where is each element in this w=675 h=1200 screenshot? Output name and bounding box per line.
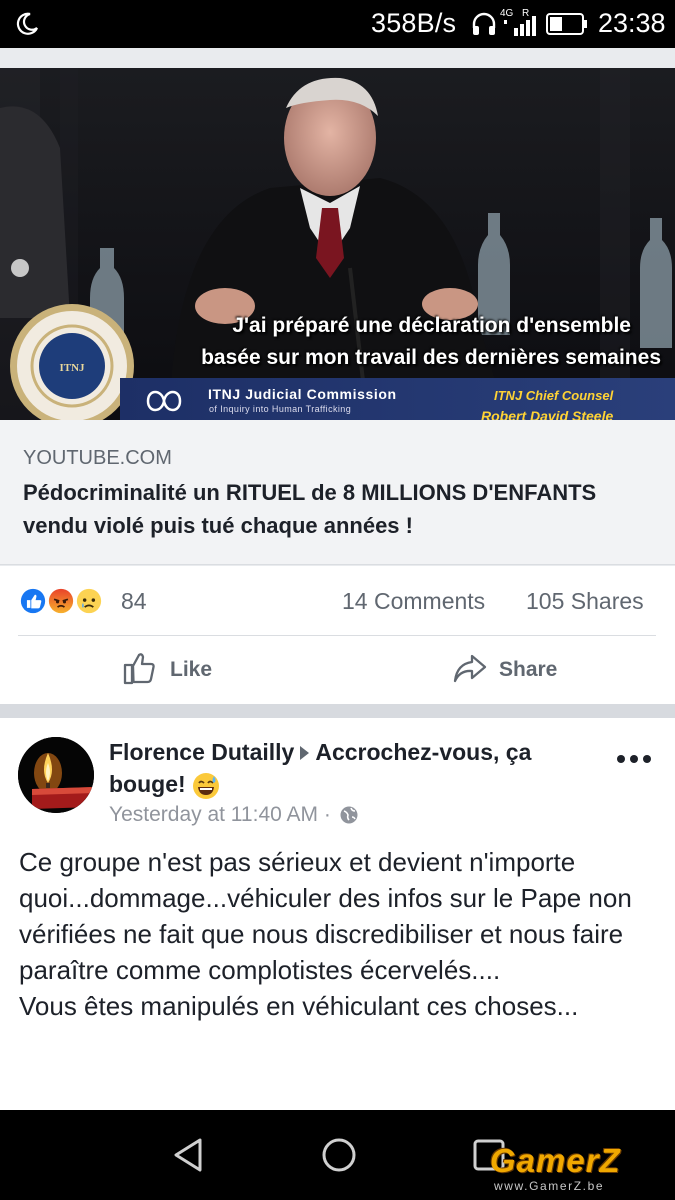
feed-post: Florence Dutailly Accrochez-vous, ça boug… — [0, 718, 675, 1110]
post-body: Ce groupe n'est pas sérieux et devient n… — [19, 847, 632, 1021]
lower-third-subtitle: of Inquiry into Human Trafficking — [209, 404, 352, 414]
moon-icon — [16, 12, 38, 35]
candle-avatar-image — [18, 737, 94, 813]
post-footer: 84 14 Comments 105 Shares Like Share — [0, 566, 675, 704]
comments-count[interactable]: 14 Comments — [342, 588, 485, 615]
link-title: Pédocriminalité un RITUEL de 8 MILLIONS … — [23, 480, 597, 538]
home-button[interactable] — [320, 1136, 358, 1174]
clock: 23:38 — [598, 8, 666, 38]
post-header: Florence Dutailly Accrochez-vous, ça boug… — [109, 736, 599, 800]
seal-text: ITNJ — [59, 362, 85, 374]
author-name[interactable]: Florence Dutailly — [109, 739, 294, 765]
signal-icon: 4G R — [500, 8, 536, 36]
post-timestamp[interactable]: Yesterday at 11:40 AM — [109, 803, 318, 826]
like-reaction-icon — [18, 586, 48, 616]
angry-reaction-icon — [46, 586, 76, 616]
roaming-indicator: R — [522, 8, 529, 19]
meta-separator: · — [323, 803, 331, 826]
watermark-url: www.GamerZ.be — [494, 1179, 605, 1193]
thumbs-up-icon — [123, 653, 155, 685]
feed-separator — [0, 704, 675, 718]
watermark-brand: GamerZ — [490, 1142, 621, 1179]
video-thumbnail[interactable]: ITNJ ITNJ Judicial Commission of Inquiry… — [0, 68, 675, 420]
sweat-smile-emoji-icon — [192, 772, 219, 799]
like-button[interactable]: Like — [122, 650, 242, 690]
network-speed: 358B/s — [371, 8, 457, 38]
globe-icon — [340, 806, 358, 824]
sad-reaction-icon — [74, 586, 104, 616]
battery-icon — [546, 13, 587, 35]
share-label: Share — [499, 658, 558, 681]
divider — [18, 635, 656, 636]
lower-third-title: ITNJ Judicial Commission — [208, 386, 397, 402]
more-options-icon[interactable] — [616, 753, 652, 765]
headset-icon — [472, 12, 496, 35]
back-button[interactable] — [170, 1136, 208, 1174]
reaction-count[interactable]: 84 — [121, 588, 147, 615]
speaker-name: Robert David Steele — [481, 408, 614, 420]
link-preview-meta[interactable]: YOUTUBE.COM Pédocriminalité un RITUEL de… — [0, 420, 675, 565]
post-meta: Yesterday at 11:40 AM · — [109, 803, 359, 827]
video-caption-line2: basée sur mon travail des dernières sema… — [201, 346, 661, 369]
share-arrow-icon — [453, 654, 487, 683]
link-domain: YOUTUBE.COM — [23, 447, 172, 469]
share-button[interactable]: Share — [452, 650, 592, 690]
infinity-logo-icon — [146, 390, 182, 412]
network-type: 4G — [500, 8, 514, 19]
navigation-bar: GamerZ www.GamerZ.be — [0, 1110, 675, 1200]
like-label: Like — [170, 658, 213, 681]
arrow-right-icon — [300, 745, 310, 760]
shares-count[interactable]: 105 Shares — [526, 588, 644, 615]
video-caption-line1: J'ai préparé une déclaration d'ensemble — [232, 314, 631, 337]
status-bar: 358B/s 4G R 23:38 — [0, 0, 675, 48]
avatar[interactable] — [18, 737, 94, 813]
speaker-role: ITNJ Chief Counsel — [494, 388, 614, 403]
